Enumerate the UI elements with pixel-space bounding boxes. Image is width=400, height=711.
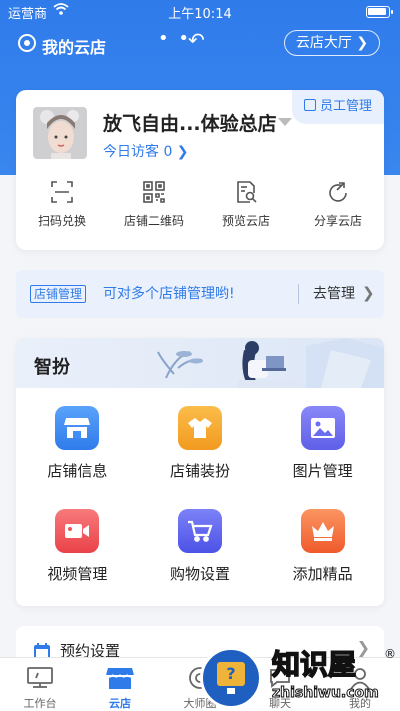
battery-icon (366, 6, 393, 18)
tab-cloud-store[interactable]: 云店 (80, 658, 160, 711)
image-icon (300, 406, 345, 450)
tab-label: 云店 (109, 697, 131, 710)
store-tab-icon (106, 668, 134, 689)
status-bar: 运营商 上午10:14 (0, 0, 400, 24)
store-icon (55, 406, 100, 450)
preview-icon (237, 181, 257, 203)
action-preview-store[interactable]: 预览云店 (200, 180, 292, 240)
action-label: 扫码兑换 (37, 214, 86, 228)
qrcode-icon (143, 181, 165, 203)
go-manage-link[interactable]: 去管理 (313, 285, 355, 303)
grid-item-label: 店铺装扮 (169, 462, 230, 480)
grid-item-label: 店铺信息 (47, 462, 108, 480)
clock: 上午10:14 (168, 7, 232, 22)
store-management-banner[interactable]: 店铺管理 可对多个店铺管理哟! 去管理 ❯ (16, 270, 384, 318)
store-management-tag: 店铺管理 (30, 285, 87, 303)
watermark-logo: ? (200, 647, 262, 709)
watermark-brand: 知识屋 (271, 647, 357, 682)
tab-label: 工作台 (23, 697, 57, 710)
grid-item-label: 视频管理 (47, 565, 108, 583)
location-icon (18, 34, 36, 52)
grid-item-image-management[interactable]: 图片管理 (261, 400, 384, 481)
store-switch-caret-icon[interactable] (278, 118, 292, 126)
grid-item-add-featured[interactable]: 添加精品 (261, 503, 384, 584)
share-icon (329, 182, 347, 202)
grid-item-video-management[interactable]: 视频管理 (16, 503, 139, 584)
staff-management-button[interactable]: 员工管理 (292, 90, 384, 124)
watermark-registered: ® (384, 647, 396, 661)
today-visitors-link[interactable]: 今日访客 0 ❯ (103, 141, 189, 161)
action-share-store[interactable]: 分享云店 (292, 180, 384, 240)
action-label: 预览云店 (221, 214, 270, 228)
grid-item-store-info[interactable]: 店铺信息 (16, 400, 139, 481)
store-actions: 扫码兑换 店铺二维码 预览云店 分享云店 (16, 180, 384, 240)
grid-item-shopping-settings[interactable]: 购物设置 (139, 503, 262, 584)
store-hall-button[interactable]: 云店大厅 ❯ (284, 30, 380, 56)
action-scan-redeem[interactable]: 扫码兑换 (16, 180, 108, 240)
action-label: 店铺二维码 (123, 214, 184, 228)
crown-icon (300, 509, 345, 553)
grid-item-label: 图片管理 (292, 462, 353, 480)
video-icon (55, 509, 100, 553)
decoration-title: 智扮 (34, 357, 70, 378)
edit-icon (304, 99, 316, 111)
back-arrow-icon[interactable]: ↶ (188, 28, 205, 52)
store-card: 员工管理 放飞自由...体验总店 今日访客 0 ❯ 扫码兑换 店铺二维码 预览云… (16, 90, 384, 250)
watermark: ? 知识屋 ® zhishiwu.com (200, 637, 400, 711)
grid-item-store-decoration[interactable]: 店铺装扮 (139, 400, 262, 481)
scan-icon (51, 181, 73, 203)
top-nav: 我的云店 • • ↶ 云店大厅 ❯ (0, 28, 400, 62)
cart-icon (177, 509, 222, 553)
divider (298, 284, 299, 304)
decoration-grid: 店铺信息 店铺装扮 图片管理 视频管理 购物设置 添加精品 (16, 400, 384, 584)
more-dots-icon[interactable]: • • (158, 28, 191, 49)
grid-item-label: 添加精品 (292, 565, 353, 583)
woman-laptop-illustration (157, 338, 384, 388)
shirt-icon (177, 406, 222, 450)
page-title: 我的云店 (42, 38, 107, 57)
decoration-section: 智扮 店铺信息 店铺装扮 图片管理 视频管理 购物设置 添加精品 (16, 338, 384, 606)
monitor-icon (27, 667, 53, 688)
store-avatar[interactable] (33, 107, 87, 159)
chevron-right-icon: ❯ (362, 284, 375, 302)
staff-management-label: 员工管理 (320, 99, 373, 114)
banner-message: 可对多个店铺管理哟! (103, 286, 235, 302)
action-label: 分享云店 (313, 214, 362, 228)
action-store-qrcode[interactable]: 店铺二维码 (108, 180, 200, 240)
grid-item-label: 购物设置 (169, 565, 230, 583)
store-name[interactable]: 放飞自由...体验总店 (103, 109, 277, 136)
tab-workbench[interactable]: 工作台 (0, 658, 80, 711)
watermark-url: zhishiwu.com (272, 685, 380, 702)
